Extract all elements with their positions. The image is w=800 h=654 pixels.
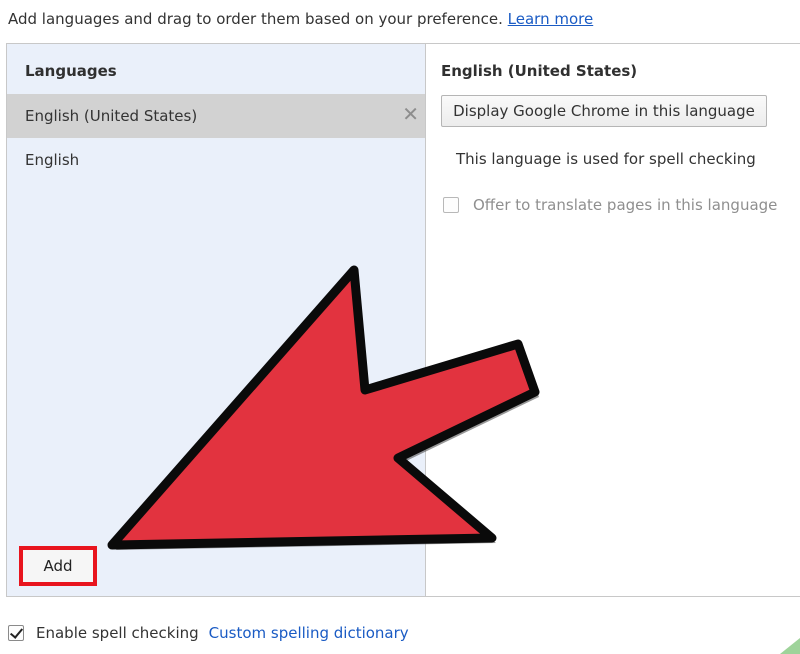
display-chrome-in-language-button[interactable]: Display Google Chrome in this language xyxy=(441,95,767,127)
selected-language-title: English (United States) xyxy=(441,62,638,80)
spell-check-row: Enable spell checking Custom spelling di… xyxy=(8,622,409,644)
learn-more-link[interactable]: Learn more xyxy=(508,10,594,28)
language-item-label: English (United States) xyxy=(25,107,198,125)
intro-description: Add languages and drag to order them bas… xyxy=(8,10,503,28)
languages-dialog-panel: Languages English (United States) ✕ Engl… xyxy=(6,43,800,597)
spell-check-note: This language is used for spell checking xyxy=(456,150,756,168)
corner-decoration xyxy=(780,638,800,654)
custom-spelling-dictionary-link[interactable]: Custom spelling dictionary xyxy=(209,624,409,642)
translate-offer-row: Offer to translate pages in this languag… xyxy=(443,194,777,216)
translate-offer-checkbox[interactable] xyxy=(443,197,459,213)
intro-text: Add languages and drag to order them bas… xyxy=(8,10,593,28)
add-button[interactable]: Add xyxy=(43,557,72,575)
languages-heading: Languages xyxy=(25,62,117,80)
languages-list-pane: Languages English (United States) ✕ Engl… xyxy=(7,44,426,596)
add-button-highlight: Add xyxy=(19,546,97,586)
translate-offer-label: Offer to translate pages in this languag… xyxy=(473,196,778,214)
language-item-english-us[interactable]: English (United States) ✕ xyxy=(7,94,425,138)
close-icon[interactable]: ✕ xyxy=(402,103,419,125)
language-item-english[interactable]: English xyxy=(7,138,425,182)
enable-spell-check-label: Enable spell checking xyxy=(36,624,199,642)
enable-spell-check-checkbox[interactable] xyxy=(8,625,24,641)
language-item-label: English xyxy=(25,151,80,169)
